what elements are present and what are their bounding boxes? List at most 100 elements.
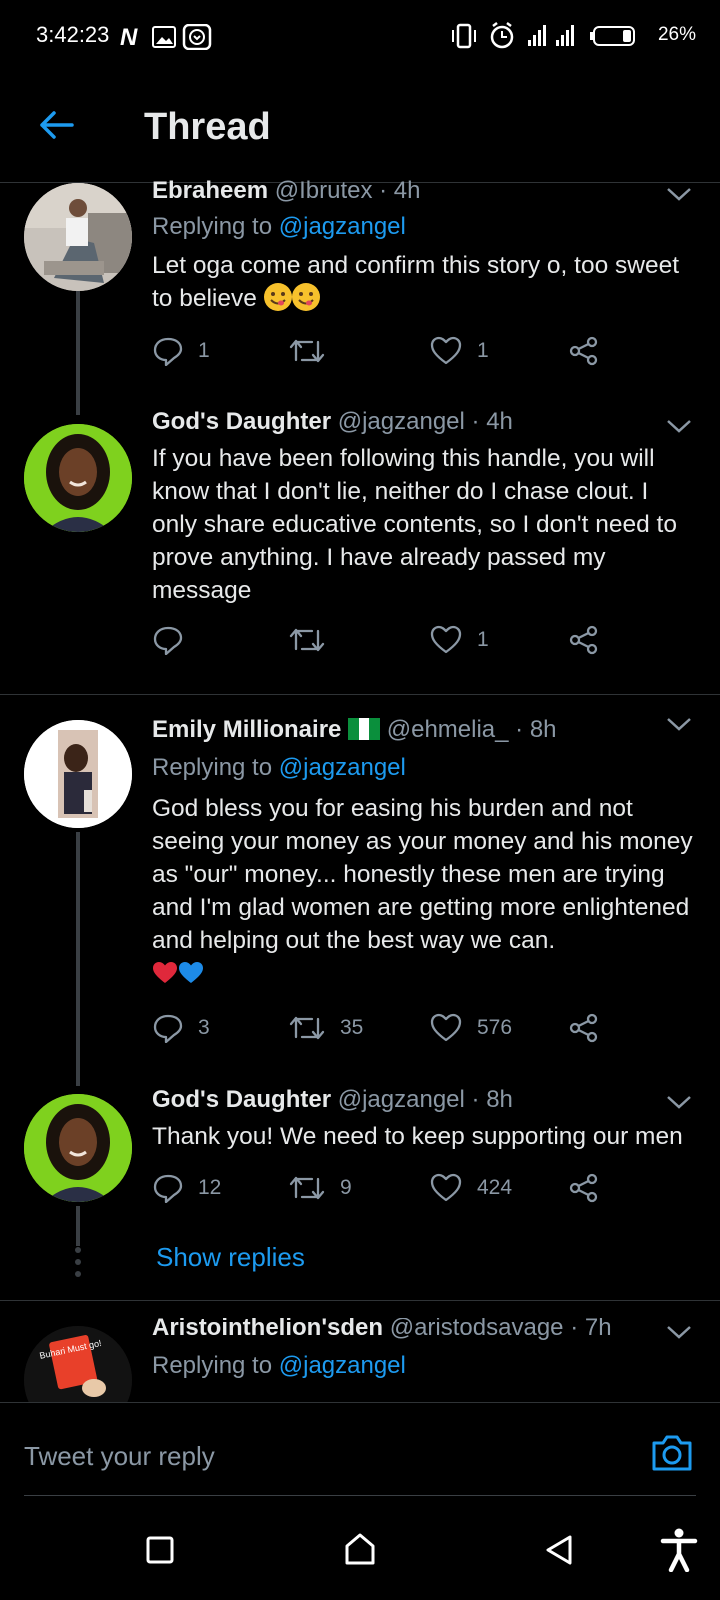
replying-to-link[interactable]: @jagzangel [279,213,406,240]
like-button[interactable]: 1 [429,622,489,658]
author-handle: @Ibrutex [274,177,373,204]
heart-icon [430,1173,462,1202]
thread-header: Thread [0,72,720,183]
tweet-text: God bless you for easing his burden and … [152,792,700,990]
tweet-aristointhelionsden[interactable]: Buhari Must go! Aristointhelion'sden @ar… [0,1318,720,1402]
replying-to-link[interactable]: @jagzangel [279,1352,406,1379]
tweet-header: God's Daughter @jagzangel · 8h [152,1086,513,1114]
reply-icon [153,1174,183,1203]
system-status-icons [452,22,635,49]
share-button[interactable] [568,1010,600,1046]
like-button[interactable]: 1 [429,333,489,369]
accessibility-icon[interactable] [660,1528,698,1572]
tweet-header: Emily Millionaire @ehmelia_ · 8h [152,716,557,744]
more-replies-dots-icon [75,1247,81,1277]
author-handle: @jagzangel [337,1086,465,1113]
reply-button[interactable]: 12 [152,1170,221,1206]
reply-icon [153,1014,183,1043]
author-handle: @aristodsavage [389,1318,564,1341]
android-nav-bar [0,1500,720,1600]
like-button[interactable]: 424 [429,1170,512,1206]
replying-to: Replying to @jagzangel [152,213,406,240]
tweet-time: · 8h [471,1086,513,1113]
yum-emoji-icon [263,283,292,311]
retweet-button[interactable]: 9 [288,1170,352,1206]
tweet-actions: 1 1 [152,333,652,369]
author-name[interactable]: Emily Millionaire [152,716,341,743]
heart-icon [430,336,462,365]
reply-bar: Tweet your reply [0,1402,720,1499]
author-name[interactable]: Ebraheem [152,177,268,204]
avatar[interactable] [24,424,132,532]
avatar[interactable] [24,1094,132,1202]
notification-icons: N [120,24,212,50]
reply-icon [153,337,183,366]
author-name[interactable]: God's Daughter [152,1086,331,1113]
share-icon [569,336,598,366]
author-name[interactable]: Aristointhelion'sden [152,1318,383,1341]
recent-apps-icon[interactable] [146,1536,174,1564]
svg-text:N: N [120,24,138,50]
share-button[interactable] [568,333,600,369]
reply-count: 3 [198,1016,210,1039]
tweet-ebraheem[interactable]: Ebraheem @Ibrutex · 4h Replying to @jagz… [0,177,720,415]
reply-button[interactable]: 3 [152,1010,210,1046]
divider [0,1300,720,1301]
tweet-actions: 1 [152,622,652,658]
tweet-header: God's Daughter @jagzangel · 4h [152,408,513,436]
retweet-button[interactable] [288,333,340,369]
retweet-count: 9 [340,1176,352,1199]
like-count: 424 [477,1176,513,1199]
chevron-down-icon[interactable] [666,418,692,434]
like-count: 1 [477,628,489,651]
home-icon[interactable] [344,1532,376,1566]
reply-input[interactable]: Tweet your reply [24,1441,215,1472]
tweet-actions: 12 9 424 [152,1170,652,1206]
back-triangle-icon[interactable] [544,1534,574,1566]
avatar[interactable] [24,720,132,828]
reply-button[interactable] [152,622,198,658]
chevron-down-icon[interactable] [666,1324,692,1340]
red-heart-emoji-icon [153,962,177,983]
author-handle: @jagzangel [337,408,465,435]
thread-line [76,1206,80,1246]
reply-count: 1 [198,339,210,362]
avatar[interactable] [24,183,132,291]
chevron-down-icon[interactable] [666,1094,692,1110]
retweet-button[interactable]: 35 [288,1010,363,1046]
retweet-button[interactable] [288,622,340,658]
tweet-gods-daughter-2[interactable]: God's Daughter @jagzangel · 8h Thank you… [0,1086,720,1300]
nigeria-flag-icon [348,718,381,740]
share-button[interactable] [568,1170,600,1206]
share-button[interactable] [568,622,600,658]
tweet-time: · 4h [471,408,513,435]
tweet-header: Aristointhelion'sden @aristodsavage · 7h [152,1318,612,1342]
status-time: 3:42:23 [36,22,110,47]
heart-icon [430,1013,462,1042]
retweet-count: 35 [340,1016,364,1039]
chevron-down-icon[interactable] [666,186,692,202]
tweet-time: · 7h [570,1318,612,1341]
reply-button[interactable]: 1 [152,333,210,369]
like-button[interactable]: 576 [429,1010,512,1046]
camera-icon[interactable] [650,1433,694,1473]
back-arrow-icon[interactable] [38,110,74,140]
yum-emoji-icon [291,283,320,311]
tweet-time: · 4h [379,177,421,204]
retweet-icon [289,628,325,652]
tweet-gods-daughter-1[interactable]: God's Daughter @jagzangel · 4h If you ha… [0,408,720,692]
tweet-time: · 8h [515,716,557,743]
avatar[interactable]: Buhari Must go! [24,1326,132,1402]
replying-to: Replying to @jagzangel [152,754,406,781]
blue-heart-emoji-icon [179,962,203,983]
tweet-emily-millionaire[interactable]: Emily Millionaire @ehmelia_ · 8h Replyin… [0,716,720,1090]
chevron-down-icon[interactable] [666,716,692,732]
share-icon [569,1013,598,1043]
divider [0,694,720,695]
author-name[interactable]: God's Daughter [152,408,331,435]
replying-to-link[interactable]: @jagzangel [279,754,406,781]
share-icon [569,625,598,655]
tweet-actions: 3 35 576 [152,1010,652,1046]
reply-icon [153,626,183,655]
show-replies-link[interactable]: Show replies [156,1242,305,1273]
